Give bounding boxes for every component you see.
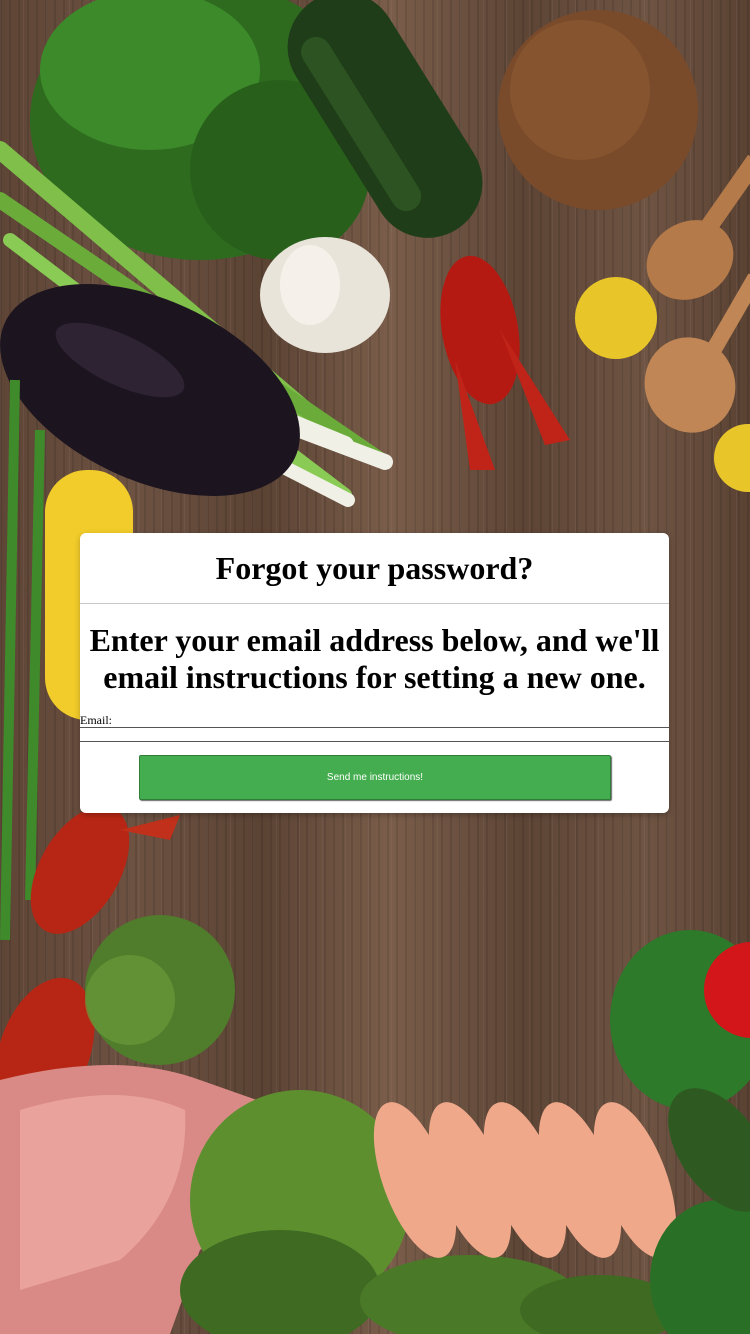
crayfish-image [440,255,570,470]
lettuce-image [85,915,235,1065]
email-field[interactable] [80,727,669,742]
lemon-image [575,277,657,359]
email-label: Email: [80,713,112,727]
send-instructions-button[interactable]: Send me instructions! [139,755,611,800]
page-title: Forgot your password? [80,533,669,604]
green-stems-image [0,379,45,941]
garlic-image [260,237,390,353]
shrimp-image [373,1102,677,1258]
lemon-image [714,424,750,492]
forgot-password-card: Forgot your password? Enter your email a… [80,533,669,813]
instructions-text: Enter your email address below, and we'l… [89,622,660,695]
coconut-image [498,10,698,210]
